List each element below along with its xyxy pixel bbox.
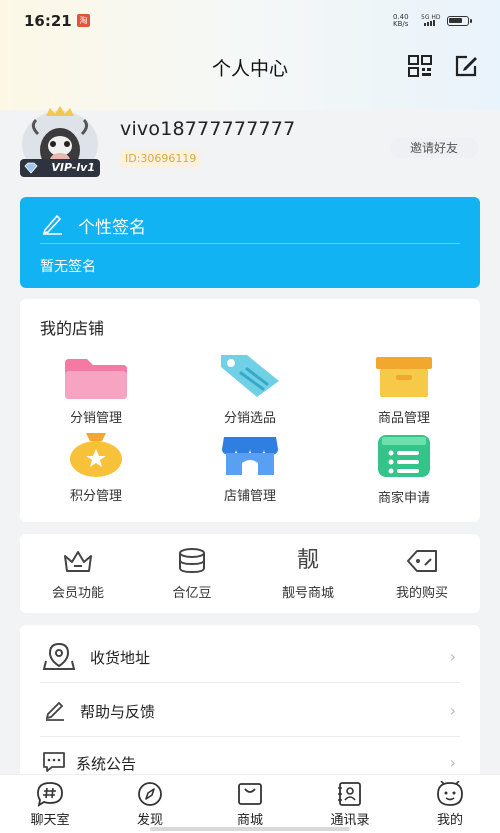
nav-item-mall[interactable]: 商城 (210, 781, 290, 828)
shop-item-merchant-application[interactable]: 商家申请 (354, 433, 454, 506)
shop-item-label: 分销管理 (69, 411, 122, 426)
nav-item-chatroom[interactable]: 聊天室 (10, 781, 90, 828)
compass-icon (138, 782, 162, 806)
shop-item-distribution-selection[interactable]: 分销选品 (200, 351, 300, 426)
feature-my-purchases[interactable]: 我的购买 (372, 548, 472, 601)
username: vivo18777777777 (120, 118, 296, 140)
battery-icon (447, 16, 472, 26)
shop-item-label: 店铺管理 (223, 489, 276, 504)
bottom-navigation: 聊天室 发现 商城 通讯录 我的 (0, 774, 500, 833)
feature-label: 靓号商城 (281, 586, 334, 601)
box-icon (376, 357, 432, 397)
menu-label: 帮助与反馈 (80, 703, 156, 721)
settings-menu: 收货地址 › 帮助与反馈 › 系统公告 › (20, 625, 480, 785)
qr-code-icon[interactable] (408, 55, 432, 77)
diamond-icon (24, 162, 38, 174)
price-tag-icon (407, 550, 437, 572)
network-speed: 0.40 KB/s (393, 14, 409, 28)
feature-label: 会员功能 (51, 586, 104, 601)
vip-level: VIP-lv1 (51, 161, 95, 174)
shop-item-distribution-management[interactable]: 分销管理 (46, 357, 146, 426)
shop-item-label: 分销选品 (223, 411, 276, 426)
app-notification-icon: 淘 (77, 14, 90, 27)
menu-item-help-feedback[interactable]: 帮助与反馈 › (40, 683, 460, 737)
location-icon (42, 642, 76, 670)
feature-vanity-number-mall[interactable]: 靓 靓号商城 (258, 548, 358, 601)
signal-icon (424, 20, 435, 26)
shop-section-title: 我的店铺 (40, 319, 105, 338)
feature-card: 会员功能 合亿豆 靓 靓号商城 我的购买 (20, 534, 480, 613)
pen-icon (42, 214, 62, 235)
tag-icon (221, 355, 279, 397)
nav-label: 商城 (236, 813, 263, 828)
shop-item-label: 商品管理 (377, 411, 430, 426)
shop-item-label: 积分管理 (69, 489, 122, 504)
user-id: ID:30696119 (120, 150, 202, 168)
chevron-right-icon: › (449, 647, 456, 666)
invite-friends-button[interactable]: 邀请好友 (390, 138, 478, 158)
shop-item-points-management[interactable]: 积分管理 (46, 431, 146, 504)
chevron-right-icon: › (449, 753, 456, 772)
contacts-icon (338, 782, 361, 806)
nav-label: 聊天室 (30, 813, 70, 828)
nav-item-discover[interactable]: 发现 (110, 781, 190, 828)
chat-hash-icon (37, 782, 63, 807)
feature-member[interactable]: 会员功能 (28, 548, 128, 601)
nav-label: 通讯录 (330, 813, 370, 828)
nav-item-me[interactable]: 我的 (410, 781, 490, 828)
my-shop-card: 我的店铺 分销管理 分销选品 商品管理 积分管理 店铺管理 商家申请 (20, 299, 480, 522)
home-indicator (150, 827, 350, 831)
menu-label: 系统公告 (76, 755, 137, 773)
shop-item-label: 商家申请 (377, 491, 430, 506)
network-speed-unit: KB/s (393, 20, 409, 28)
store-icon (222, 437, 278, 475)
vip-badge: VIP-lv1 (20, 159, 100, 177)
chevron-right-icon: › (449, 701, 456, 720)
menu-label: 收货地址 (90, 649, 151, 667)
profile-face-icon (437, 781, 463, 806)
feature-label: 我的购买 (395, 586, 448, 601)
status-bar: 16:21 淘 0.40 KB/s 5G HD (0, 0, 500, 40)
feature-label: 合亿豆 (172, 586, 212, 601)
money-bag-icon (70, 433, 122, 477)
signature-card[interactable]: 个性签名 暂无签名 (20, 197, 480, 288)
nav-label: 发现 (136, 813, 163, 828)
nav-item-contacts[interactable]: 通讯录 (310, 781, 390, 828)
folder-icon (65, 359, 127, 399)
feature-heyi-beans[interactable]: 合亿豆 (142, 548, 242, 601)
shop-item-product-management[interactable]: 商品管理 (354, 355, 454, 426)
liang-glyph-icon: 靓 (296, 548, 319, 573)
signature-title: 个性签名 (78, 218, 146, 238)
shop-bag-icon (238, 783, 262, 805)
divider (40, 243, 460, 244)
shop-item-store-management[interactable]: 店铺管理 (200, 433, 300, 504)
menu-item-shipping-address[interactable]: 收货地址 › (40, 629, 460, 683)
list-icon (378, 435, 430, 477)
feedback-pen-icon (45, 701, 64, 721)
edit-icon[interactable] (455, 55, 479, 77)
coins-icon (179, 548, 205, 574)
crown-icon (64, 551, 92, 572)
status-time: 16:21 (24, 12, 72, 30)
signature-text: 暂无签名 (40, 259, 96, 275)
message-icon (43, 752, 65, 772)
nav-label: 我的 (436, 813, 463, 828)
